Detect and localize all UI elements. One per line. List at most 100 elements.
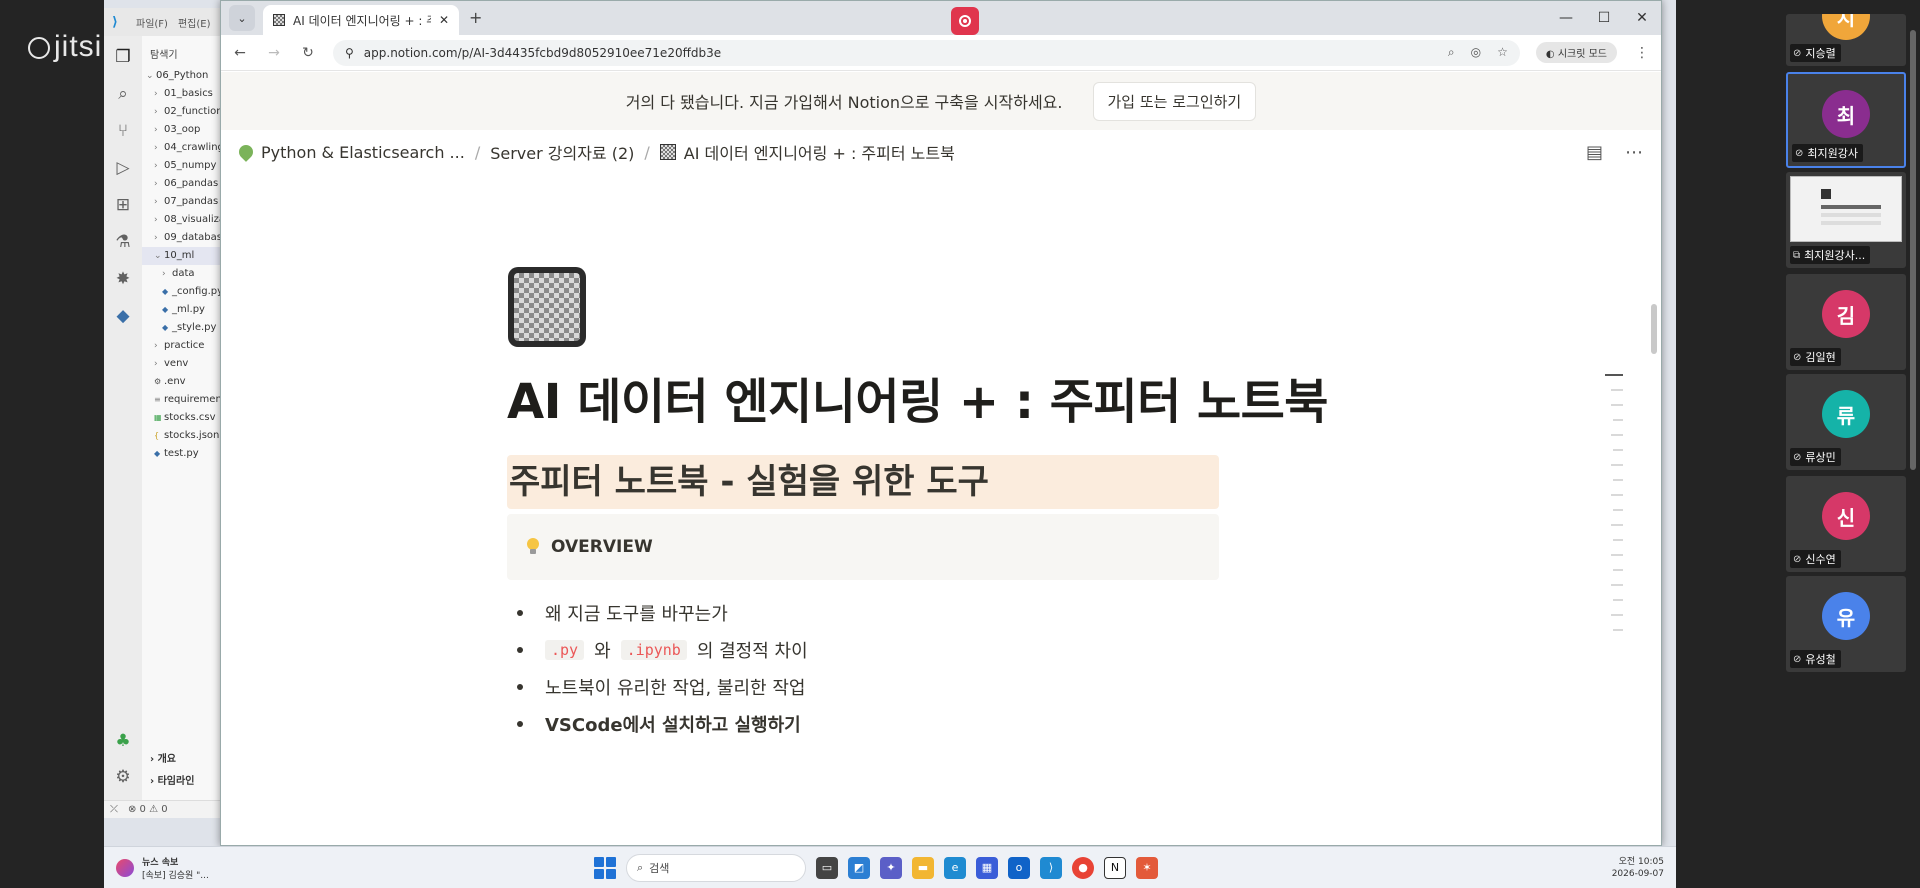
signup-login-button[interactable]: 가입 또는 로그인하기 bbox=[1092, 81, 1257, 121]
mic-muted-icon: ⊘ bbox=[1793, 451, 1802, 463]
participant-scrollbar[interactable] bbox=[1910, 30, 1916, 470]
chrome-app-icon[interactable]: ● bbox=[1072, 856, 1094, 879]
vscode-logo-icon: ⟩ bbox=[112, 15, 118, 30]
close-window-icon[interactable]: ✕ bbox=[1623, 1, 1661, 35]
tree-item[interactable]: › data bbox=[142, 265, 223, 283]
plant-icon[interactable]: ♣ bbox=[112, 730, 134, 752]
bookmark-star-icon[interactable]: ☆ bbox=[1497, 45, 1508, 60]
signup-banner: 거의 다 됐습니다. 지금 가입해서 Notion으로 구축을 시작하세요. 가… bbox=[221, 72, 1661, 130]
tree-item[interactable]: › 06_pandas bbox=[142, 175, 223, 193]
site-info-icon[interactable]: ⚲ bbox=[345, 46, 354, 60]
participant-tile[interactable]: 지 ⊘ 지승렬 bbox=[1786, 14, 1906, 66]
back-arrow-icon[interactable]: ← bbox=[231, 45, 249, 61]
screen-record-icon[interactable] bbox=[951, 7, 979, 35]
tree-item[interactable]: ◆ _config.py bbox=[142, 283, 223, 301]
tree-item[interactable]: › 01_basics bbox=[142, 85, 223, 103]
file-tree: ⌄ 06_Python › 01_basics › 02_functions › 03_oop… bbox=[142, 67, 223, 463]
screen-share-thumbnail bbox=[1790, 176, 1902, 242]
tree-item[interactable]: › 05_numpy bbox=[142, 157, 223, 175]
tree-item[interactable]: ›08_visualization bbox=[142, 211, 223, 229]
extensions-icon[interactable]: ⊞ bbox=[112, 194, 134, 216]
outline-section[interactable]: › 개요 bbox=[142, 750, 223, 765]
problems-count[interactable]: ⊗ 0 ⚠ 0 bbox=[128, 801, 168, 818]
menu-edit[interactable]: 편집(E) bbox=[178, 15, 211, 30]
participant-tile[interactable]: 유 ⊘ 유성철 bbox=[1786, 576, 1906, 672]
explorer-icon[interactable]: ❐ bbox=[112, 46, 134, 68]
csv-file-icon: ▦ bbox=[154, 413, 162, 422]
table-of-contents-rail[interactable] bbox=[1605, 374, 1623, 631]
search-icon[interactable]: ⌕ bbox=[112, 83, 134, 105]
reload-icon[interactable]: ↻ bbox=[299, 45, 317, 61]
testing-icon[interactable]: ⚗ bbox=[112, 231, 134, 253]
tree-item[interactable]: ◆ test.py bbox=[142, 445, 223, 463]
participant-tile[interactable]: ⧉ 최지원강사... bbox=[1786, 172, 1906, 268]
settings-gear-icon[interactable]: ⚙ bbox=[112, 766, 134, 788]
spark-app-icon[interactable]: ✶ bbox=[1136, 856, 1158, 879]
address-bar[interactable]: ⚲ app.notion.com/p/AI-3d4435fcbd9d805291… bbox=[333, 39, 1520, 66]
photos-app-icon[interactable]: ◩ bbox=[848, 856, 870, 879]
tab-search-chevron-icon[interactable]: ⌄ bbox=[229, 5, 255, 31]
breadcrumb-current[interactable]: AI 데이터 엔지니어링 + : 주피터 노트북 bbox=[659, 140, 955, 164]
breadcrumb-server[interactable]: Server 강의자료 (2) bbox=[490, 140, 634, 164]
windows-start-icon[interactable] bbox=[594, 856, 616, 879]
tree-item[interactable]: ⌄ 10_ml bbox=[142, 247, 223, 265]
participant-tile[interactable]: 신 ⊘ 신수연 bbox=[1786, 476, 1906, 572]
chevron-right-icon: › bbox=[150, 776, 158, 787]
tree-item[interactable]: › 04_crawling bbox=[142, 139, 223, 157]
notion-app-icon[interactable]: N bbox=[1104, 856, 1126, 879]
page-scrollbar[interactable] bbox=[1651, 304, 1657, 354]
list-item: 왜 지금 도구를 바꾸는가 bbox=[507, 594, 1219, 631]
tree-item[interactable]: › 03_oop bbox=[142, 121, 223, 139]
tab-strip: ⌄ AI 데이터 엔지니어링 + : 주피터 ✕ + — ☐ ✕ bbox=[221, 1, 1661, 35]
tree-item[interactable]: › 07_pandas bbox=[142, 193, 223, 211]
tree-item[interactable]: › practice bbox=[142, 337, 223, 355]
system-clock[interactable]: 오전 10:05 2026-09-07 bbox=[1612, 856, 1664, 880]
maximize-icon[interactable]: ☐ bbox=[1585, 1, 1623, 35]
zoom-icon[interactable]: ⌕ bbox=[1448, 45, 1455, 60]
news-widget[interactable]: 뉴스 속보 [속보] 김승원 "... bbox=[116, 855, 276, 881]
vscode-app-icon[interactable]: ⟩ bbox=[1040, 856, 1062, 879]
more-menu-icon[interactable]: ⋮ bbox=[1633, 45, 1651, 61]
tree-item[interactable]: {stocks.json bbox=[142, 427, 223, 445]
remote-icon[interactable]: ⤫ bbox=[110, 801, 118, 818]
task-view-icon[interactable]: ▭ bbox=[816, 856, 838, 879]
python-icon[interactable]: ◆ bbox=[112, 305, 134, 327]
source-control-icon[interactable]: ⑂ bbox=[112, 120, 134, 142]
participant-tile[interactable]: 류 ⊘ 류상민 bbox=[1786, 374, 1906, 470]
incognito-chip[interactable]: ◐ 시크릿 모드 bbox=[1535, 42, 1617, 63]
sparkle-icon[interactable]: ✸ bbox=[112, 268, 134, 290]
store-app-icon[interactable]: ▦ bbox=[976, 856, 998, 879]
tree-item[interactable]: ≡requirements.txt bbox=[142, 391, 223, 409]
chevron-right-icon: › bbox=[154, 215, 158, 225]
tree-item[interactable]: ◆ _style.py bbox=[142, 319, 223, 337]
notebook-page-icon[interactable] bbox=[508, 267, 586, 347]
tab-close-icon[interactable]: ✕ bbox=[439, 13, 449, 27]
browser-tab-notion[interactable]: AI 데이터 엔지니어링 + : 주피터 ✕ bbox=[263, 5, 459, 35]
participant-tile[interactable]: 최 ⊘ 최지원강사 bbox=[1786, 72, 1906, 168]
breadcrumb-workspace[interactable]: Python & Elasticsearch ... bbox=[236, 142, 465, 162]
new-tab-plus-icon[interactable]: + bbox=[469, 8, 482, 27]
tree-item[interactable]: ⌄ 06_Python bbox=[142, 67, 223, 85]
taskbar-search[interactable]: ⌕ 검색 bbox=[626, 853, 806, 882]
tree-item[interactable]: ⚙ .env bbox=[142, 373, 223, 391]
menu-file[interactable]: 파일(F) bbox=[136, 15, 168, 30]
forward-arrow-icon[interactable]: → bbox=[265, 45, 283, 61]
run-debug-icon[interactable]: ▷ bbox=[112, 157, 134, 179]
participant-tile[interactable]: 김 ⊘ 김일현 bbox=[1786, 274, 1906, 370]
minimize-icon[interactable]: — bbox=[1547, 1, 1585, 35]
tree-item[interactable]: › venv bbox=[142, 355, 223, 373]
tree-item[interactable]: ◆ _ml.py bbox=[142, 301, 223, 319]
outlook-app-icon[interactable]: o bbox=[1008, 856, 1030, 879]
tree-item[interactable]: › 02_functions bbox=[142, 103, 223, 121]
eye-off-icon[interactable]: ◎ bbox=[1471, 45, 1481, 60]
tree-item[interactable]: › 09_database bbox=[142, 229, 223, 247]
edge-browser-icon[interactable]: e bbox=[944, 856, 966, 879]
teams-app-icon[interactable]: ✦ bbox=[880, 856, 902, 879]
comment-icon[interactable]: ▤ bbox=[1586, 142, 1603, 163]
python-file-icon: ◆ bbox=[154, 449, 161, 458]
timeline-section[interactable]: › 타임라인 bbox=[142, 772, 223, 787]
mic-muted-icon: ⊘ bbox=[1793, 553, 1802, 565]
file-explorer-icon[interactable]: ▬ bbox=[912, 856, 934, 879]
more-options-icon[interactable]: ⋯ bbox=[1625, 142, 1643, 163]
tree-item[interactable]: ▦ stocks.csv bbox=[142, 409, 223, 427]
